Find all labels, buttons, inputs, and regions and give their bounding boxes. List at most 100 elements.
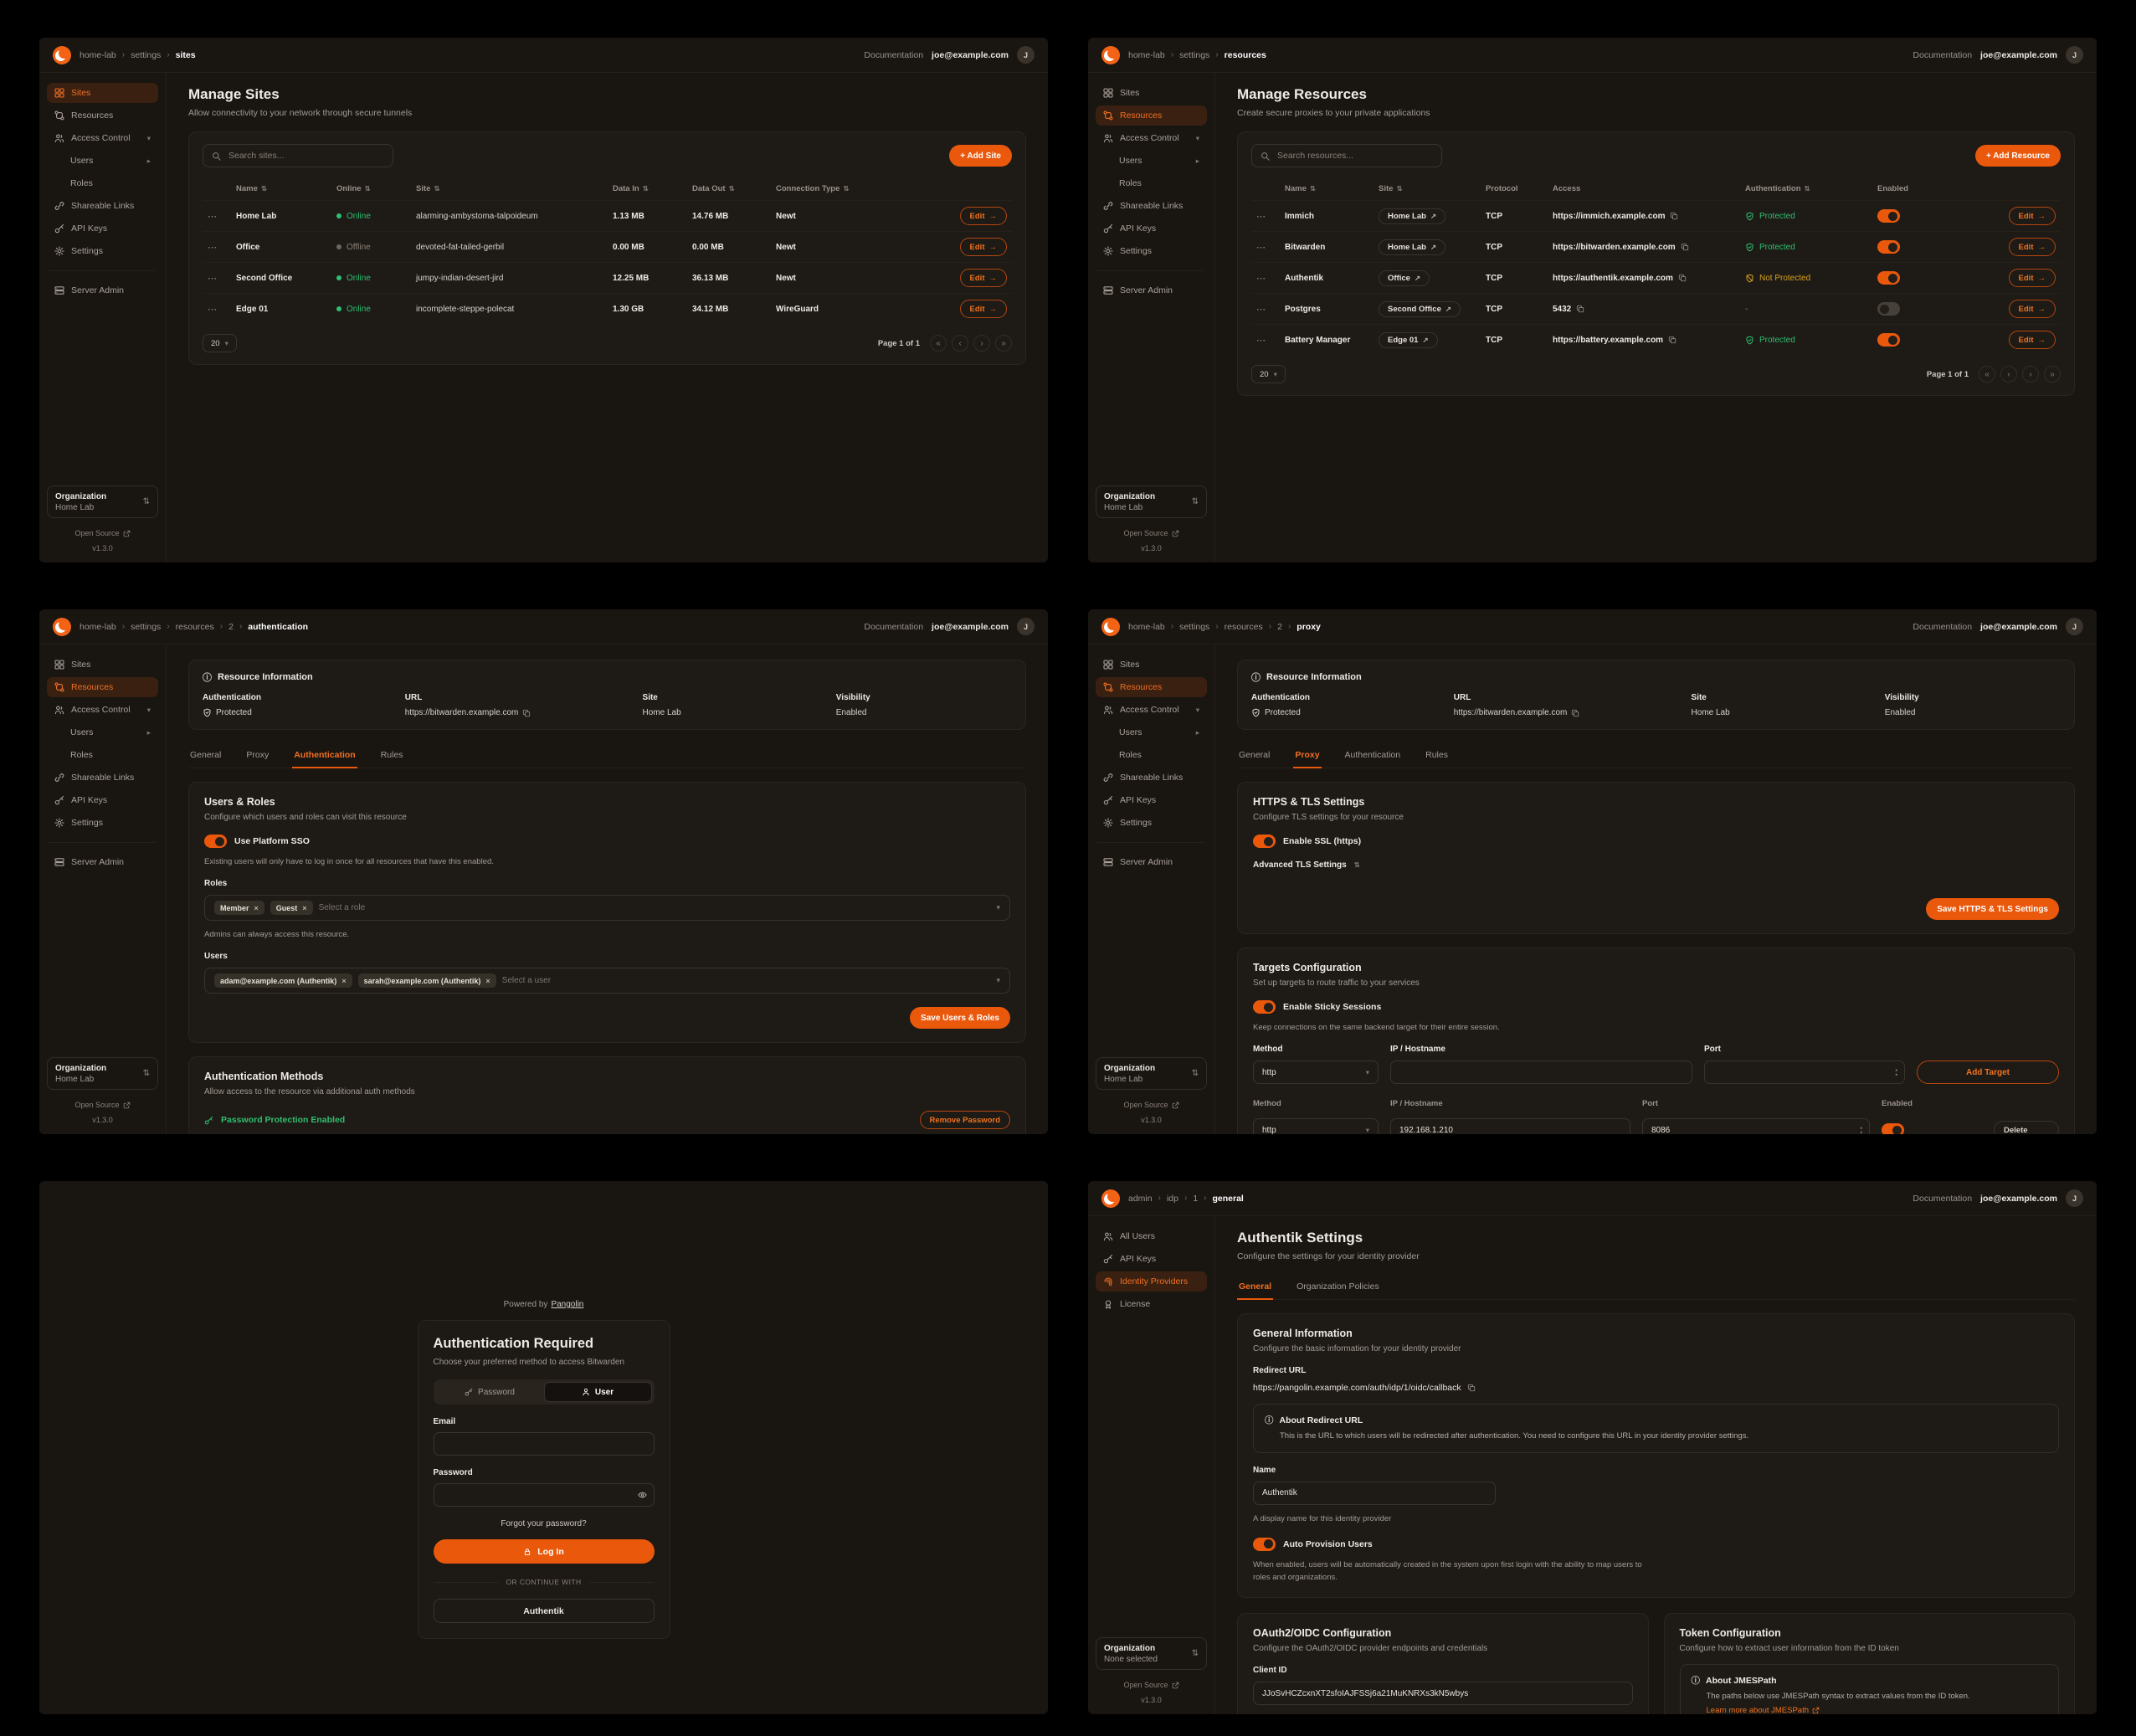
enabled-toggle[interactable] — [1877, 240, 1900, 254]
save-tls-button[interactable]: Save HTTPS & TLS Settings — [1926, 898, 2059, 920]
method-select[interactable]: http▾ — [1253, 1118, 1379, 1134]
authentik-sso-button[interactable]: Authentik — [434, 1599, 655, 1623]
breadcrumb-org[interactable]: home-lab — [80, 50, 116, 60]
enabled-toggle[interactable] — [1877, 209, 1900, 223]
sidebar-item-access-control[interactable]: Access Control▾ — [1096, 700, 1207, 720]
delete-target-button[interactable]: Delete — [1994, 1121, 2059, 1134]
remove-password-button[interactable]: Remove Password — [920, 1111, 1010, 1129]
next-page-button[interactable]: › — [2022, 366, 2039, 383]
sidebar-item-shareable-links[interactable]: Shareable Links — [47, 768, 158, 788]
org-selector[interactable]: OrganizationNone selected⇅ — [1096, 1637, 1207, 1670]
sidebar-item-all-users[interactable]: All Users — [1096, 1226, 1207, 1246]
avatar[interactable]: J — [1017, 618, 1035, 635]
row-menu[interactable]: ⋯ — [203, 293, 231, 324]
sidebar-item-shareable-links[interactable]: Shareable Links — [47, 196, 158, 216]
documentation-link[interactable]: Documentation — [1913, 622, 1972, 632]
spinner-icon[interactable]: ▲▼ — [1895, 1068, 1898, 1077]
enabled-toggle[interactable] — [1877, 271, 1900, 285]
open-source-link[interactable]: Open Source — [47, 1101, 158, 1109]
edit-resource-button[interactable]: Edit→ — [2009, 300, 2056, 318]
eye-icon[interactable] — [638, 1491, 647, 1500]
next-page-button[interactable]: › — [973, 335, 990, 352]
first-page-button[interactable]: « — [1979, 366, 1995, 383]
tab-proxy[interactable]: Proxy — [244, 743, 270, 768]
avatar[interactable]: J — [1017, 46, 1035, 64]
edit-resource-button[interactable]: Edit→ — [2009, 238, 2056, 256]
password-field[interactable] — [434, 1483, 655, 1507]
edit-resource-button[interactable]: Edit→ — [2009, 269, 2056, 287]
row-menu[interactable]: ⋯ — [203, 231, 231, 262]
tab-general[interactable]: General — [188, 743, 223, 768]
sidebar-item-settings[interactable]: Settings — [1096, 241, 1207, 261]
method-select[interactable]: http▾ — [1253, 1061, 1379, 1084]
sidebar-item-resources[interactable]: Resources — [47, 105, 158, 126]
prev-page-button[interactable]: ‹ — [952, 335, 968, 352]
edit-site-button[interactable]: Edit→ — [960, 269, 1007, 287]
sidebar-item-resources[interactable]: Resources — [47, 677, 158, 697]
open-source-link[interactable]: Open Source — [1096, 529, 1207, 537]
sidebar-item-license[interactable]: License — [1096, 1294, 1207, 1314]
email-field[interactable] — [434, 1432, 655, 1456]
roles-select[interactable]: Member× Guest× Select a role ▾ — [204, 895, 1010, 921]
enabled-toggle[interactable] — [1877, 302, 1900, 316]
sidebar-item-sites[interactable]: Sites — [1096, 83, 1207, 103]
row-menu[interactable]: ⋯ — [1251, 200, 1280, 231]
remove-chip-icon[interactable]: × — [485, 977, 490, 985]
edit-resource-button[interactable]: Edit→ — [2009, 207, 2056, 225]
row-menu[interactable]: ⋯ — [203, 262, 231, 293]
last-page-button[interactable]: » — [2044, 366, 2061, 383]
row-menu[interactable]: ⋯ — [1251, 262, 1280, 293]
port-input[interactable] — [1704, 1061, 1905, 1084]
ip-hostname-input[interactable] — [1390, 1118, 1630, 1134]
sidebar-item-settings[interactable]: Settings — [47, 241, 158, 261]
page-size-select[interactable]: 20▾ — [203, 334, 237, 352]
org-selector[interactable]: OrganizationHome Lab⇅ — [47, 485, 158, 518]
pangolin-link[interactable]: Pangolin — [551, 1300, 583, 1309]
sidebar-item-settings[interactable]: Settings — [1096, 813, 1207, 833]
copy-icon[interactable] — [1576, 305, 1584, 313]
forgot-password-link[interactable]: Forgot your password? — [434, 1519, 655, 1528]
sidebar-item-server-admin[interactable]: Server Admin — [47, 280, 158, 300]
sidebar-item-users[interactable]: Users▸ — [1096, 151, 1207, 171]
sidebar-item-api-keys[interactable]: API Keys — [1096, 790, 1207, 810]
tab-authentication[interactable]: Authentication — [292, 743, 357, 768]
tab-general[interactable]: General — [1237, 1275, 1273, 1299]
org-selector[interactable]: OrganizationHome Lab⇅ — [1096, 1057, 1207, 1090]
edit-resource-button[interactable]: Edit→ — [2009, 331, 2056, 349]
page-size-select[interactable]: 20▾ — [1251, 365, 1286, 383]
copy-icon[interactable] — [522, 709, 531, 717]
org-selector[interactable]: OrganizationHome Lab⇅ — [1096, 485, 1207, 518]
documentation-link[interactable]: Documentation — [864, 622, 923, 632]
sidebar-item-api-keys[interactable]: API Keys — [47, 790, 158, 810]
client-id-input[interactable] — [1253, 1682, 1633, 1705]
enabled-toggle[interactable] — [1877, 333, 1900, 347]
site-link[interactable]: Home Lab↗ — [1379, 208, 1445, 224]
idp-name-input[interactable] — [1253, 1482, 1496, 1505]
tab-general[interactable]: General — [1237, 743, 1271, 768]
jmespath-link[interactable]: Learn more about JMESPath — [1707, 1706, 1820, 1714]
site-link[interactable]: Edge 01↗ — [1379, 332, 1438, 348]
documentation-link[interactable]: Documentation — [1913, 1194, 1972, 1204]
sidebar-item-settings[interactable]: Settings — [47, 813, 158, 833]
row-menu[interactable]: ⋯ — [1251, 231, 1280, 262]
sidebar-item-server-admin[interactable]: Server Admin — [1096, 852, 1207, 872]
user-email[interactable]: joe@example.com — [1980, 1194, 2057, 1204]
auto-provision-toggle[interactable] — [1253, 1538, 1276, 1551]
add-resource-button[interactable]: + Add Resource — [1975, 145, 2061, 167]
open-source-link[interactable]: Open Source — [47, 529, 158, 537]
copy-icon[interactable] — [1678, 274, 1687, 282]
platform-sso-toggle[interactable] — [204, 835, 227, 848]
documentation-link[interactable]: Documentation — [1913, 50, 1972, 60]
open-source-link[interactable]: Open Source — [1096, 1681, 1207, 1689]
search-sites-input[interactable] — [203, 144, 393, 167]
breadcrumb-settings[interactable]: settings — [131, 50, 161, 60]
sidebar-item-shareable-links[interactable]: Shareable Links — [1096, 196, 1207, 216]
copy-icon[interactable] — [1670, 212, 1678, 220]
search-resources-input[interactable] — [1251, 144, 1442, 167]
sidebar-item-access-control[interactable]: Access Control▾ — [1096, 128, 1207, 148]
user-email[interactable]: joe@example.com — [932, 50, 1009, 60]
site-link[interactable]: Second Office↗ — [1379, 301, 1461, 317]
site-link[interactable]: Home Lab↗ — [1379, 239, 1445, 255]
sidebar-item-roles[interactable]: Roles — [1096, 173, 1207, 193]
sidebar-item-users[interactable]: Users▸ — [1096, 722, 1207, 742]
